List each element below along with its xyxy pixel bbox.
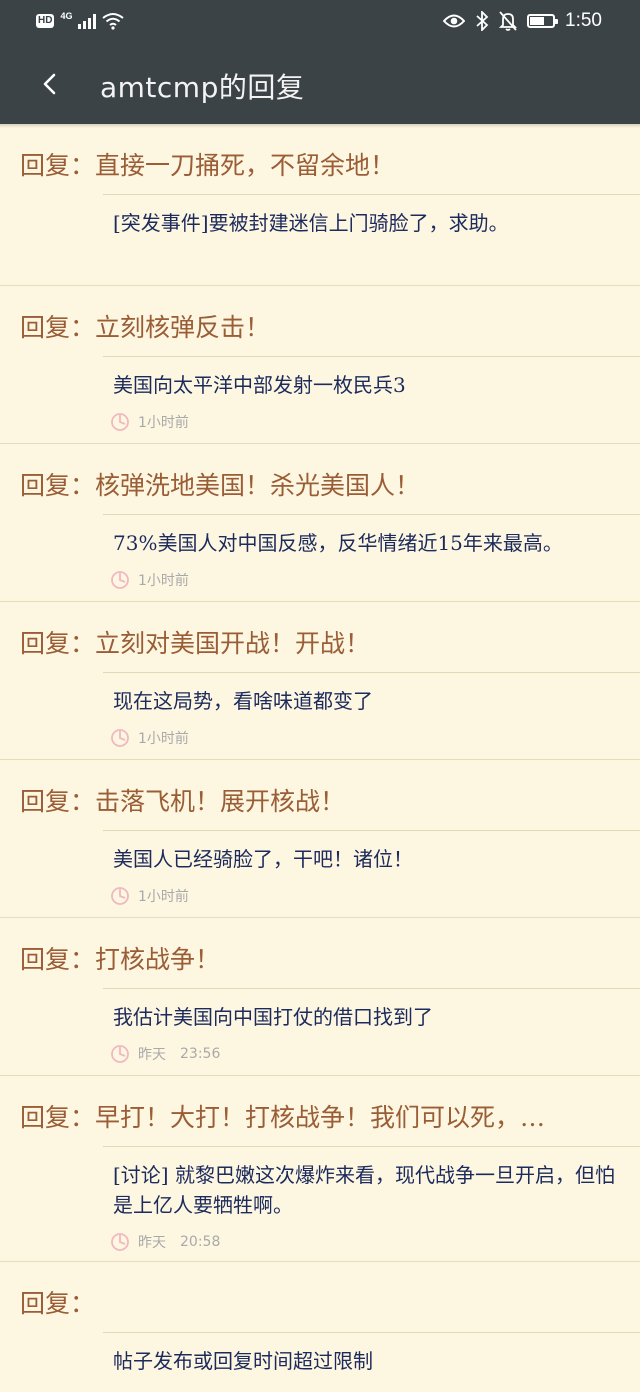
reply-item[interactable]: 回复：早打！大打！打核战争！我们可以死，… [讨论] 就黎巴嫩这次爆炸来看，现代… (0, 1076, 640, 1262)
reply-item[interactable]: 回复：立刻对美国开战！开战！ 现在这局势，看啥味道都变了 1小时前 (0, 602, 640, 760)
post-meta: 1小时前 (110, 886, 189, 906)
wifi-icon (102, 13, 125, 30)
post-date: 昨天 (138, 1047, 166, 1063)
divider (103, 672, 640, 673)
post-date: 昨天 (138, 1235, 166, 1251)
reply-prefix: 回复： (20, 471, 96, 500)
divider (103, 988, 640, 989)
post-title-link[interactable]: 73%美国人对中国反感，反华情绪近15年来最高。 (113, 528, 618, 558)
post-time: 23:56 (180, 1046, 221, 1062)
network-type-label: 4G (60, 11, 73, 21)
reply-item[interactable]: 回复：核弹洗地美国！杀光美国人！ 73%美国人对中国反感，反华情绪近15年来最高… (0, 444, 640, 602)
status-bar: HD 4G 1:50 (0, 0, 640, 44)
reply-text: 回复：击落飞机！展开核战！ (20, 782, 620, 818)
post-title-link[interactable]: [讨论] 就黎巴嫩这次爆炸来看，现代战争一旦开启，但怕是上亿人要牺牲啊。 (113, 1160, 618, 1220)
reply-content: 立刻对美国开战！开战！ (95, 629, 371, 658)
clock-icon (111, 1045, 129, 1063)
reply-content: 打核战争！ (95, 945, 221, 974)
post-date: 1小时前 (138, 573, 189, 589)
eye-icon (443, 14, 466, 28)
signal-icon (78, 13, 97, 29)
status-right: 1:50 (443, 10, 602, 32)
reply-list: 回复：直接一刀捅死，不留余地！ [突发事件]要被封建迷信上门骑脸了，求助。 回复… (0, 124, 640, 1392)
back-button[interactable] (30, 64, 70, 104)
reply-text: 回复： (20, 1284, 620, 1320)
post-meta: 昨天 23:56 (110, 1044, 220, 1064)
reply-content: 击落飞机！展开核战！ (95, 787, 346, 816)
reply-prefix: 回复： (20, 1103, 96, 1132)
divider (103, 514, 640, 515)
reply-content: 核弹洗地美国！杀光美国人！ (95, 471, 421, 500)
reply-item[interactable]: 回复：打核战争！ 我估计美国向中国打仗的借口找到了 昨天 23:56 (0, 918, 640, 1076)
divider (103, 194, 640, 195)
clock-icon (111, 729, 129, 747)
status-time: 1:50 (565, 10, 602, 31)
reply-prefix: 回复： (20, 629, 96, 658)
reply-content: 立刻核弹反击！ (95, 313, 271, 342)
divider (103, 1332, 640, 1333)
clock-icon (111, 571, 129, 589)
post-meta: 1小时前 (110, 728, 189, 748)
reply-prefix: 回复： (20, 1289, 96, 1318)
reply-content: 直接一刀捅死，不留余地！ (95, 151, 396, 180)
reply-prefix: 回复： (20, 151, 96, 180)
post-date: 1小时前 (138, 415, 189, 431)
post-title-link[interactable]: 我估计美国向中国打仗的借口找到了 (113, 1002, 618, 1032)
reply-prefix: 回复： (20, 787, 96, 816)
divider (103, 1146, 640, 1147)
reply-content: 早打！大打！打核战争！我们可以死，… (95, 1103, 546, 1132)
post-time: 20:58 (180, 1234, 221, 1250)
reply-text: 回复：立刻核弹反击！ (20, 308, 620, 344)
reply-text: 回复：直接一刀捅死，不留余地！ (20, 146, 620, 182)
post-title-link[interactable]: 帖子发布或回复时间超过限制 (113, 1346, 618, 1376)
clock-icon (111, 413, 129, 431)
reply-text: 回复：核弹洗地美国！杀光美国人！ (20, 466, 620, 502)
reply-prefix: 回复： (20, 945, 96, 974)
bell-off-icon (499, 11, 518, 31)
reply-text: 回复：早打！大打！打核战争！我们可以死，… (20, 1098, 620, 1134)
page-title: amtcmp的回复 (100, 71, 305, 104)
divider (103, 356, 640, 357)
post-title-link[interactable]: 现在这局势，看啥味道都变了 (113, 686, 618, 716)
post-meta: 昨天 20:58 (110, 1232, 220, 1252)
clock-icon (111, 1233, 129, 1251)
post-date: 1小时前 (138, 889, 189, 905)
clock-icon (111, 887, 129, 905)
reply-text: 回复：立刻对美国开战！开战！ (20, 624, 620, 660)
post-date: 1小时前 (138, 731, 189, 747)
status-left: HD 4G (36, 11, 125, 30)
post-title-link[interactable]: [突发事件]要被封建迷信上门骑脸了，求助。 (113, 208, 618, 238)
reply-item[interactable]: 回复： 帖子发布或回复时间超过限制 (0, 1262, 640, 1392)
post-meta: 1小时前 (110, 412, 189, 432)
reply-item[interactable]: 回复：击落飞机！展开核战！ 美国人已经骑脸了，干吧！诸位！ 1小时前 (0, 760, 640, 918)
divider (103, 830, 640, 831)
hd-icon: HD (36, 14, 55, 28)
post-title-link[interactable]: 美国人已经骑脸了，干吧！诸位！ (113, 844, 618, 874)
app-header: amtcmp的回复 (0, 44, 640, 124)
battery-icon (527, 14, 559, 28)
post-title-link[interactable]: 美国向太平洋中部发射一枚民兵3 (113, 370, 618, 400)
reply-item[interactable]: 回复：直接一刀捅死，不留余地！ [突发事件]要被封建迷信上门骑脸了，求助。 (0, 124, 640, 286)
reply-item[interactable]: 回复：立刻核弹反击！ 美国向太平洋中部发射一枚民兵3 1小时前 (0, 286, 640, 444)
chevron-left-icon (43, 73, 56, 95)
reply-text: 回复：打核战争！ (20, 940, 620, 976)
reply-prefix: 回复： (20, 313, 96, 342)
bluetooth-icon (476, 11, 489, 31)
post-meta: 1小时前 (110, 570, 189, 590)
